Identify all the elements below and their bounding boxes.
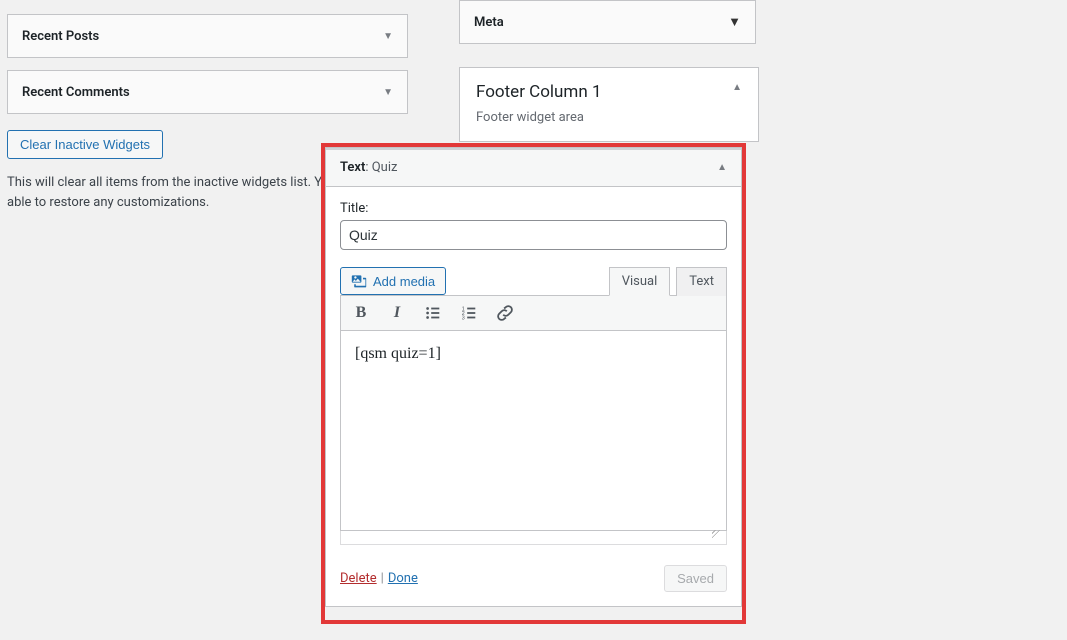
svg-text:3: 3 (462, 315, 465, 321)
text-widget-title-suffix: : Quiz (365, 160, 397, 175)
add-media-label: Add media (373, 274, 435, 289)
bold-button[interactable]: B (351, 303, 371, 323)
tab-visual[interactable]: Visual (609, 267, 671, 296)
widget-label: Recent Posts (22, 29, 99, 44)
chevron-up-icon: ▲ (717, 162, 727, 173)
chevron-up-icon: ▲ (732, 82, 742, 93)
widget-meta[interactable]: Meta ▼ (459, 0, 756, 44)
widget-label: Meta (474, 15, 504, 30)
link-button[interactable] (495, 303, 515, 323)
editor-content[interactable]: [qsm quiz=1] (340, 331, 727, 531)
clear-inactive-widgets-button[interactable]: Clear Inactive Widgets (7, 130, 163, 159)
footer-column-title: Footer Column 1 (476, 82, 602, 102)
separator: | (377, 571, 388, 586)
title-input[interactable] (340, 220, 727, 250)
add-media-button[interactable]: Add media (340, 267, 446, 295)
resize-handle[interactable] (340, 531, 727, 545)
text-widget-panel: Text: Quiz ▲ Title: Add media Visual Tex… (325, 147, 742, 607)
title-label: Title: (340, 201, 727, 216)
editor-toolbar: B I 123 (340, 295, 727, 331)
tab-text[interactable]: Text (676, 267, 727, 296)
text-widget-header[interactable]: Text: Quiz ▲ (325, 147, 742, 187)
chevron-down-icon: ▼ (728, 14, 741, 30)
editor-text: [qsm quiz=1] (355, 345, 441, 362)
media-icon (351, 273, 367, 289)
chevron-down-icon: ▼ (383, 87, 393, 98)
done-link[interactable]: Done (388, 571, 418, 586)
bullet-list-button[interactable] (423, 303, 443, 323)
italic-button[interactable]: I (387, 303, 407, 323)
saved-button: Saved (664, 565, 727, 592)
numbered-list-button[interactable]: 123 (459, 303, 479, 323)
delete-link[interactable]: Delete (340, 571, 377, 586)
footer-column-desc: Footer widget area (460, 104, 758, 141)
widget-recent-comments[interactable]: Recent Comments ▼ (7, 70, 408, 114)
text-widget-type: Text (340, 160, 365, 175)
chevron-down-icon: ▼ (383, 31, 393, 42)
widget-recent-posts[interactable]: Recent Posts ▼ (7, 14, 408, 58)
footer-column-1-panel[interactable]: Footer Column 1 ▲ Footer widget area (459, 67, 759, 142)
widget-label: Recent Comments (22, 85, 130, 100)
